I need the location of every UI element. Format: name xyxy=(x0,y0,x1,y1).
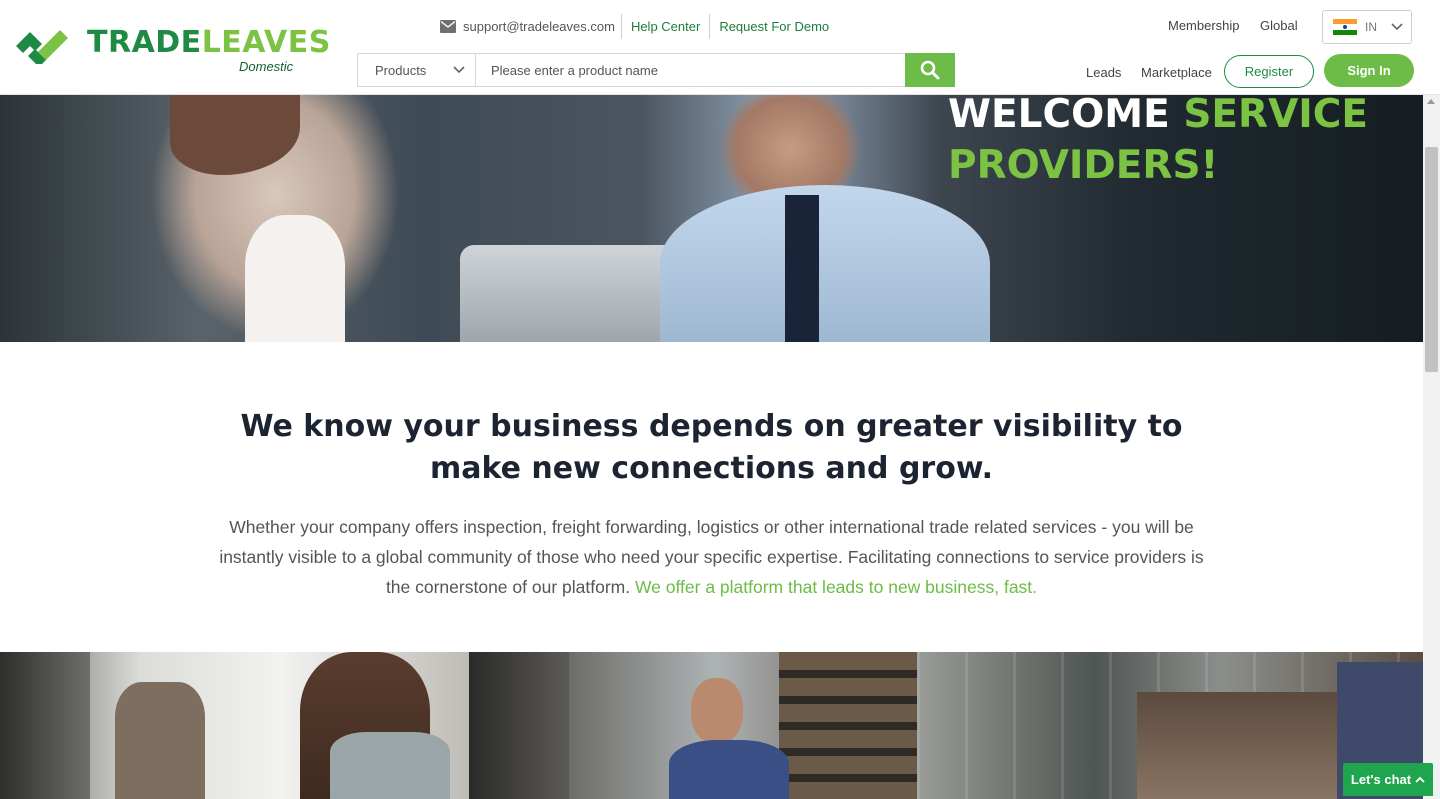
search-input[interactable] xyxy=(476,54,905,86)
intro-paragraph: Whether your company offers inspection, … xyxy=(210,512,1213,602)
india-flag-icon xyxy=(1333,19,1357,35)
help-center-link[interactable]: Help Center xyxy=(622,14,711,39)
language-code: IN xyxy=(1365,20,1377,34)
scrollbar-thumb[interactable] xyxy=(1425,147,1438,372)
search-category-label: Products xyxy=(375,62,427,78)
tile-image-cafe[interactable] xyxy=(0,652,469,799)
hero-title-white: WELCOME xyxy=(948,95,1184,137)
search-button[interactable] xyxy=(905,53,955,87)
register-button[interactable]: Register xyxy=(1224,55,1314,88)
brand-logo[interactable]: TRADELEAVES Domestic xyxy=(16,22,330,77)
brand-subtitle: Domestic xyxy=(239,59,294,74)
chevron-up-icon xyxy=(1415,776,1425,783)
chevron-down-icon xyxy=(453,66,465,74)
tile-image-warehouse[interactable] xyxy=(469,652,917,799)
intro-heading: We know your business depends on greater… xyxy=(240,409,1183,486)
search-category-select[interactable]: Products xyxy=(358,54,476,86)
request-demo-link[interactable]: Request For Demo xyxy=(710,14,838,39)
membership-link[interactable]: Membership xyxy=(1168,18,1240,33)
sign-in-button[interactable]: Sign In xyxy=(1324,54,1414,87)
marketplace-link[interactable]: Marketplace xyxy=(1141,65,1212,80)
brand-name-part2: LEAVES xyxy=(201,25,331,60)
brand-name: TRADELEAVES xyxy=(87,25,331,60)
language-select[interactable]: IN xyxy=(1322,10,1412,44)
mail-icon xyxy=(440,20,456,33)
hero-title-green-2: PROVIDERS! xyxy=(948,143,1219,188)
support-email[interactable]: support@tradeleaves.com xyxy=(440,14,622,39)
leads-link[interactable]: Leads xyxy=(1086,65,1121,80)
leaf-logo-icon xyxy=(16,30,68,64)
hero-banner: WELCOME SERVICE PROVIDERS! xyxy=(0,95,1423,342)
brand-name-part1: TRADE xyxy=(87,25,202,60)
global-link[interactable]: Global xyxy=(1260,18,1298,33)
product-search: Products xyxy=(357,53,955,87)
chat-widget-button[interactable]: Let's chat xyxy=(1343,763,1433,796)
contact-bar: support@tradeleaves.com Help Center Requ… xyxy=(440,14,838,39)
intro-highlight: We offer a platform that leads to new bu… xyxy=(634,577,1038,597)
chevron-down-icon xyxy=(1391,23,1403,31)
scroll-up-arrow-icon[interactable] xyxy=(1427,99,1435,104)
site-header: TRADELEAVES Domestic support@tradeleaves… xyxy=(0,0,1440,95)
page-scrollbar[interactable] xyxy=(1423,95,1440,799)
hero-title-green-1: SERVICE xyxy=(1183,95,1369,137)
search-icon xyxy=(920,60,940,80)
support-email-text: support@tradeleaves.com xyxy=(463,19,615,34)
chat-label: Let's chat xyxy=(1350,772,1412,787)
hero-title: WELCOME SERVICE PROVIDERS! xyxy=(948,95,1368,191)
